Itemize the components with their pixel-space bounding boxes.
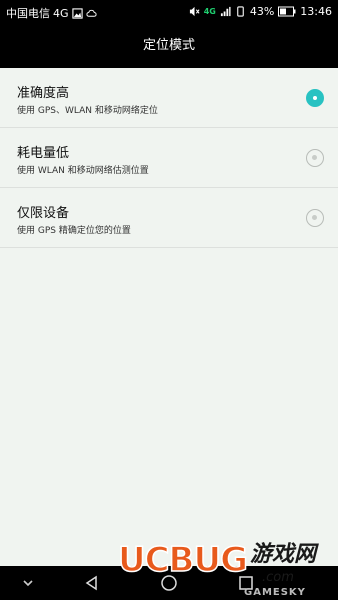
chevron-down-icon[interactable] bbox=[18, 573, 38, 593]
image-icon bbox=[71, 7, 83, 19]
radio-button[interactable] bbox=[306, 209, 324, 227]
status-bar: 中国电信 4G 4G 43% 13:46 bbox=[0, 0, 338, 24]
status-right: 4G 43% 13:46 bbox=[189, 5, 332, 18]
option-high-accuracy[interactable]: 准确度高 使用 GPS、WLAN 和移动网络定位 bbox=[0, 68, 338, 128]
status-time: 13:46 bbox=[300, 5, 332, 18]
radio-button[interactable] bbox=[306, 149, 324, 167]
signal-network-tag: 4G bbox=[203, 6, 216, 16]
watermark-cn-text: 游戏网 bbox=[250, 541, 317, 567]
page-title: 定位模式 bbox=[0, 24, 338, 68]
status-left: 中国电信 4G bbox=[6, 5, 97, 21]
option-title: 仅限设备 bbox=[17, 206, 70, 221]
carrier-name: 中国电信 bbox=[6, 7, 50, 20]
battery-percentage: 43% bbox=[249, 5, 275, 18]
phone-icon bbox=[235, 6, 246, 17]
battery-icon bbox=[278, 6, 296, 17]
option-subtitle: 使用 WLAN 和移动网络估测位置 bbox=[17, 166, 149, 176]
watermark: UCBUG 游戏网 .com GAMESKY bbox=[112, 538, 338, 600]
signal-icon bbox=[220, 6, 231, 17]
mute-icon bbox=[189, 6, 200, 17]
watermark-logo: UCBUG bbox=[117, 539, 249, 581]
option-subtitle: 使用 GPS 精确定位您的位置 bbox=[17, 226, 131, 236]
watermark-domain: .com bbox=[262, 570, 294, 585]
option-title: 耗电量低 bbox=[17, 146, 70, 161]
option-battery-saving[interactable]: 耗电量低 使用 WLAN 和移动网络估测位置 bbox=[0, 128, 338, 188]
option-device-only[interactable]: 仅限设备 使用 GPS 精确定位您的位置 bbox=[0, 188, 338, 248]
cloud-icon bbox=[85, 8, 97, 19]
location-mode-list: 准确度高 使用 GPS、WLAN 和移动网络定位 耗电量低 使用 WLAN 和移… bbox=[0, 68, 338, 566]
network-type: 4G bbox=[53, 6, 69, 20]
radio-button-selected[interactable] bbox=[306, 89, 324, 107]
back-icon[interactable] bbox=[82, 573, 102, 593]
option-title: 准确度高 bbox=[17, 86, 70, 101]
watermark-site: GAMESKY bbox=[244, 587, 306, 598]
option-subtitle: 使用 GPS、WLAN 和移动网络定位 bbox=[17, 106, 158, 116]
